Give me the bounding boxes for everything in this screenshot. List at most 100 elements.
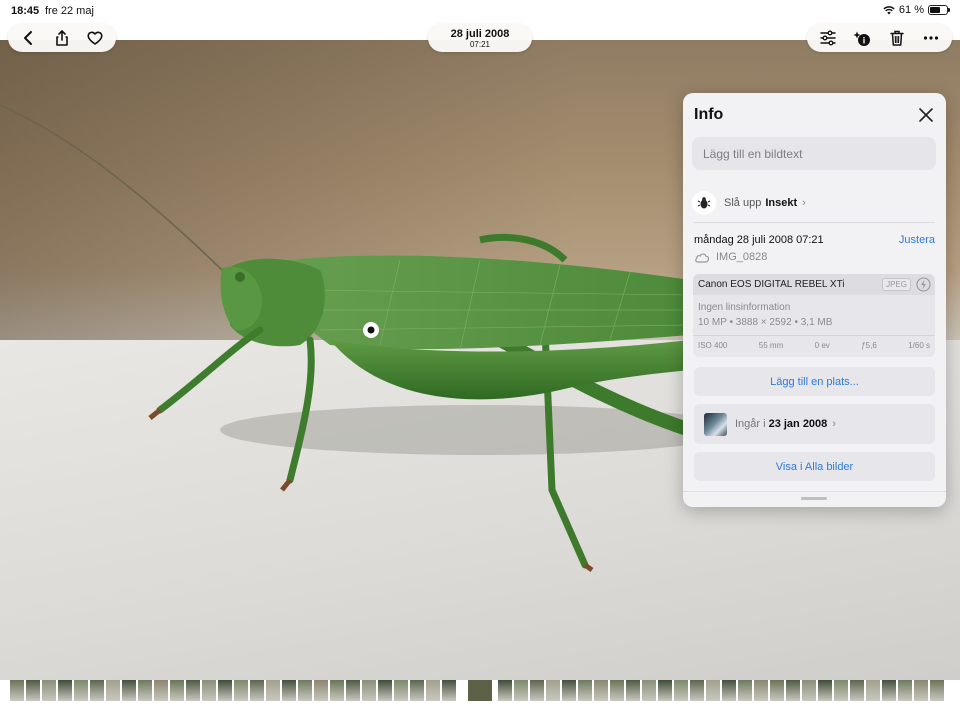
photo-date: 28 juli 2008 bbox=[450, 27, 510, 40]
filmstrip-thumbnail[interactable] bbox=[234, 680, 248, 701]
filmstrip-thumbnail[interactable] bbox=[754, 680, 768, 701]
filmstrip-thumbnail[interactable] bbox=[706, 680, 720, 701]
bug-icon bbox=[692, 191, 716, 215]
chevron-right-icon: › bbox=[802, 197, 806, 209]
filmstrip-thumbnail[interactable] bbox=[818, 680, 832, 701]
lookup-subject: Insekt bbox=[765, 197, 798, 209]
exif-iso: ISO 400 bbox=[698, 341, 728, 350]
filmstrip-thumbnail[interactable] bbox=[330, 680, 344, 701]
top-left-controls bbox=[8, 24, 116, 52]
filmstrip-thumbnail[interactable] bbox=[498, 680, 512, 701]
filmstrip-thumbnail[interactable] bbox=[170, 680, 184, 701]
filmstrip-thumbnail[interactable] bbox=[802, 680, 816, 701]
filmstrip-thumbnail[interactable] bbox=[266, 680, 280, 701]
camera-info-card: Canon EOS DIGITAL REBEL XTi JPEG Ingen l… bbox=[693, 274, 935, 357]
filmstrip-thumbnail[interactable] bbox=[138, 680, 152, 701]
filmstrip-thumbnail[interactable] bbox=[866, 680, 880, 701]
exif-row: ISO 400 55 mm 0 ev ƒ5,6 1/60 s bbox=[698, 341, 930, 350]
image-specs: 10 MP • 3888 × 2592 • 3,1 MB bbox=[698, 317, 833, 328]
status-bar: 18:45 fre 22 maj 61 % bbox=[0, 0, 960, 22]
filmstrip-thumbnail[interactable] bbox=[426, 680, 440, 701]
panel-grabber[interactable] bbox=[801, 497, 827, 500]
filmstrip-thumbnail[interactable] bbox=[362, 680, 376, 701]
adjust-date-button[interactable]: Justera bbox=[899, 234, 935, 246]
show-in-all-photos-button[interactable]: Visa i Alla bilder bbox=[694, 452, 935, 481]
filmstrip-thumbnail[interactable] bbox=[218, 680, 232, 701]
info-lookup-icon[interactable]: i bbox=[851, 27, 873, 49]
filmstrip-thumbnail[interactable] bbox=[690, 680, 704, 701]
filmstrip-thumbnail[interactable] bbox=[282, 680, 296, 701]
cloud-icon bbox=[695, 252, 710, 263]
filmstrip-thumbnail[interactable] bbox=[674, 680, 688, 701]
filmstrip-thumbnails-right bbox=[498, 680, 944, 701]
filmstrip-thumbnail[interactable] bbox=[106, 680, 120, 701]
album-thumbnail bbox=[704, 412, 727, 436]
filmstrip-thumbnail[interactable] bbox=[850, 680, 864, 701]
filmstrip-thumbnail[interactable] bbox=[122, 680, 136, 701]
filmstrip-thumbnail[interactable] bbox=[834, 680, 848, 701]
top-right-controls: i bbox=[807, 24, 952, 52]
photo-date-title: 28 juli 2008 07:21 bbox=[428, 24, 532, 52]
lookup-row[interactable]: Slå upp Insekt › bbox=[692, 190, 936, 216]
filmstrip-thumbnails-left bbox=[10, 680, 456, 701]
filmstrip-thumbnail[interactable] bbox=[394, 680, 408, 701]
filmstrip-thumbnail[interactable] bbox=[90, 680, 104, 701]
divider bbox=[683, 491, 946, 492]
filmstrip-thumbnail[interactable] bbox=[546, 680, 560, 701]
filmstrip-thumbnail[interactable] bbox=[626, 680, 640, 701]
filmstrip-thumbnail[interactable] bbox=[442, 680, 456, 701]
filmstrip-thumbnail[interactable] bbox=[10, 680, 24, 701]
filmstrip-thumbnail[interactable] bbox=[74, 680, 88, 701]
filmstrip-thumbnail[interactable] bbox=[26, 680, 40, 701]
filmstrip-thumbnail[interactable] bbox=[562, 680, 576, 701]
filmstrip-thumbnail[interactable] bbox=[202, 680, 216, 701]
filmstrip-thumbnail[interactable] bbox=[58, 680, 72, 701]
filename-row: IMG_0828 bbox=[694, 251, 767, 263]
filmstrip-thumbnail[interactable] bbox=[514, 680, 528, 701]
filmstrip-thumbnail[interactable] bbox=[898, 680, 912, 701]
camera-model: Canon EOS DIGITAL REBEL XTi bbox=[698, 279, 845, 290]
filmstrip-thumbnail[interactable] bbox=[722, 680, 736, 701]
format-badge: JPEG bbox=[882, 278, 911, 291]
filmstrip-thumbnail[interactable] bbox=[346, 680, 360, 701]
filmstrip-thumbnail[interactable] bbox=[930, 680, 944, 701]
album-row[interactable]: Ingår i 23 jan 2008 › bbox=[694, 404, 935, 444]
album-prefix: Ingår i bbox=[735, 418, 766, 430]
filmstrip-thumbnail[interactable] bbox=[578, 680, 592, 701]
more-ellipsis-icon[interactable] bbox=[920, 27, 942, 49]
filmstrip-thumbnail[interactable] bbox=[530, 680, 544, 701]
filmstrip-current-thumbnail[interactable] bbox=[468, 680, 492, 701]
close-icon[interactable] bbox=[916, 105, 936, 125]
filename: IMG_0828 bbox=[716, 251, 768, 263]
divider bbox=[694, 222, 935, 223]
filmstrip-thumbnail[interactable] bbox=[410, 680, 424, 701]
back-chevron-icon[interactable] bbox=[18, 27, 40, 49]
filmstrip-thumbnail[interactable] bbox=[378, 680, 392, 701]
adjust-sliders-icon[interactable] bbox=[817, 27, 839, 49]
chevron-right-icon: › bbox=[832, 418, 836, 430]
filmstrip-thumbnail[interactable] bbox=[882, 680, 896, 701]
filmstrip-thumbnail[interactable] bbox=[738, 680, 752, 701]
filmstrip-thumbnail[interactable] bbox=[314, 680, 328, 701]
filmstrip-thumbnail[interactable] bbox=[250, 680, 264, 701]
filmstrip[interactable] bbox=[0, 680, 960, 720]
filmstrip-thumbnail[interactable] bbox=[770, 680, 784, 701]
filmstrip-thumbnail[interactable] bbox=[186, 680, 200, 701]
heart-icon[interactable] bbox=[84, 27, 106, 49]
filmstrip-thumbnail[interactable] bbox=[154, 680, 168, 701]
filmstrip-thumbnail[interactable] bbox=[42, 680, 56, 701]
share-icon[interactable] bbox=[51, 27, 73, 49]
status-date: fre 22 maj bbox=[45, 5, 94, 17]
filmstrip-thumbnail[interactable] bbox=[914, 680, 928, 701]
filmstrip-thumbnail[interactable] bbox=[610, 680, 624, 701]
filmstrip-thumbnail[interactable] bbox=[786, 680, 800, 701]
flash-icon bbox=[916, 277, 931, 292]
album-date: 23 jan 2008 bbox=[768, 418, 828, 430]
filmstrip-thumbnail[interactable] bbox=[642, 680, 656, 701]
filmstrip-thumbnail[interactable] bbox=[594, 680, 608, 701]
filmstrip-thumbnail[interactable] bbox=[658, 680, 672, 701]
caption-field[interactable]: Lägg till en bildtext bbox=[692, 137, 936, 170]
add-location-button[interactable]: Lägg till en plats... bbox=[694, 367, 935, 396]
trash-icon[interactable] bbox=[886, 27, 908, 49]
filmstrip-thumbnail[interactable] bbox=[298, 680, 312, 701]
